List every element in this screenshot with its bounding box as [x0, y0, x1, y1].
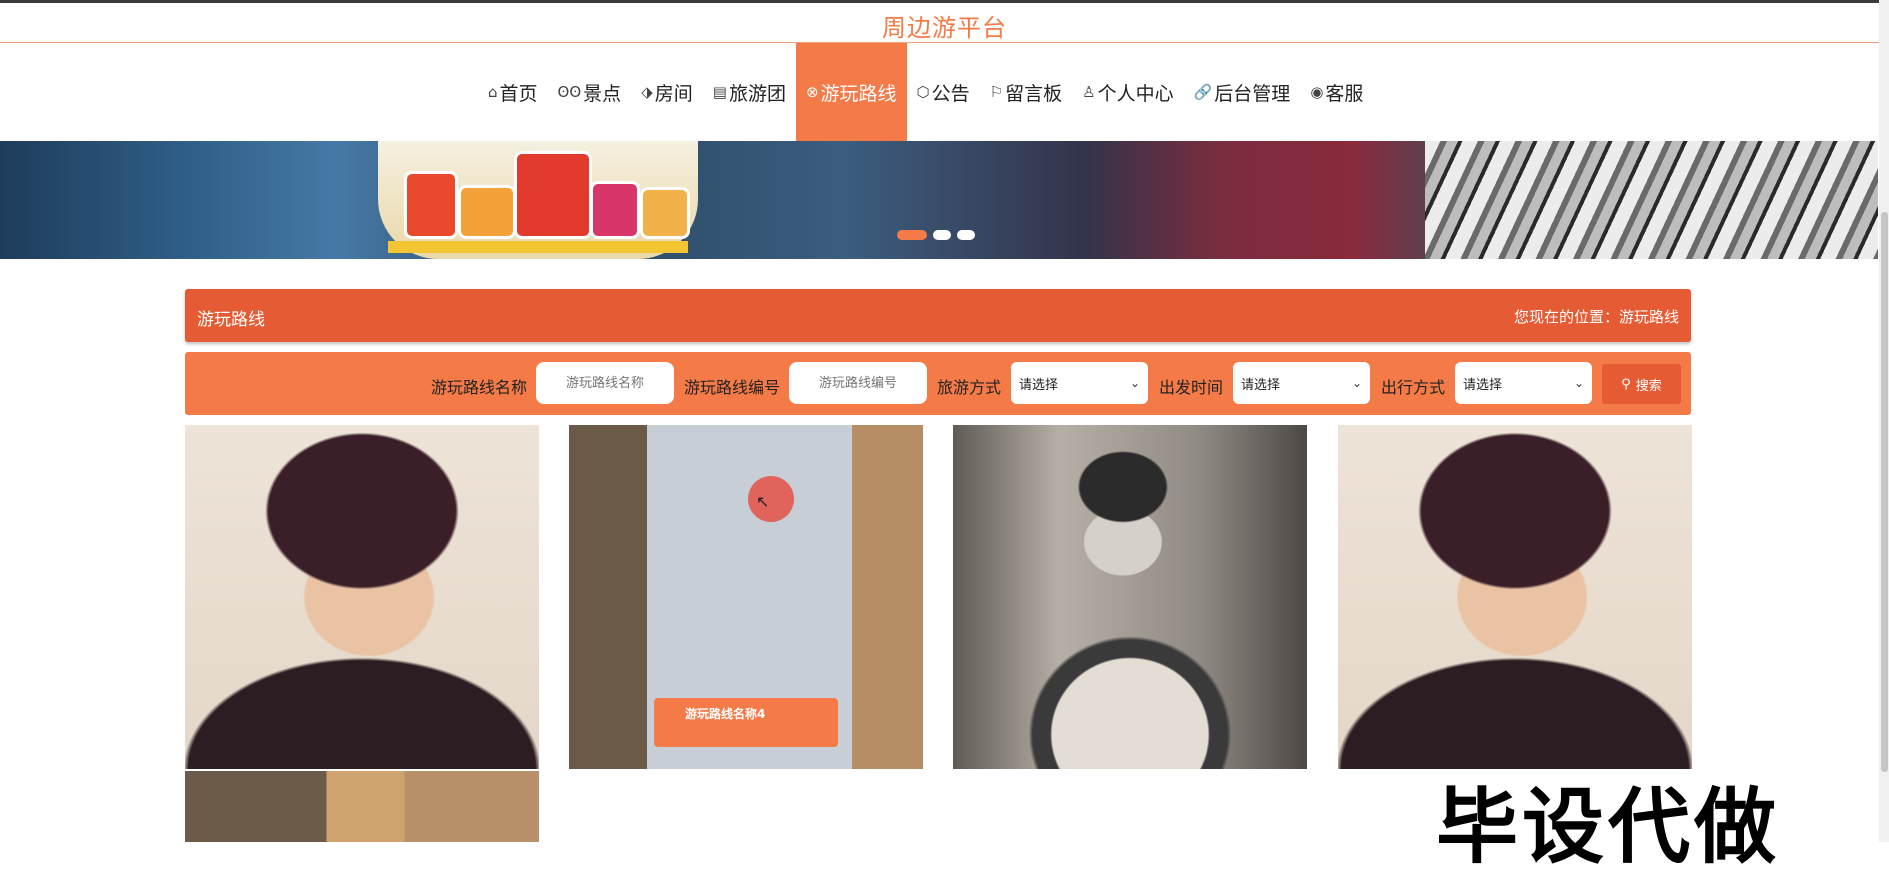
select-value: 请选择 — [1019, 377, 1059, 393]
flag-icon: ⚐ — [989, 83, 1004, 101]
nav-item-announcements[interactable]: ⬡ 公告 — [907, 43, 980, 141]
nav-item-label: 后台管理 — [1214, 82, 1291, 105]
click-indicator — [748, 476, 794, 522]
link-icon: 🔗 — [1193, 83, 1213, 101]
window-top-border — [0, 0, 1889, 3]
carousel-indicators — [897, 230, 975, 240]
site-title: 周边游平台 — [882, 14, 1007, 42]
route-card[interactable] — [185, 425, 539, 769]
scrollbar-thumb[interactable] — [1881, 212, 1888, 772]
route-card-title[interactable]: 游玩路线名称4 — [654, 698, 838, 747]
page-title: 游玩路线 — [197, 310, 265, 330]
travel-mode-label: 旅游方式 — [937, 378, 1002, 397]
route-card[interactable] — [953, 425, 1307, 769]
carousel-dot[interactable] — [897, 230, 927, 240]
route-name-label: 游玩路线名称 — [431, 378, 528, 397]
search-button-label: 搜索 — [1635, 378, 1662, 394]
chat-icon: ◉ — [1310, 83, 1324, 101]
route-card[interactable] — [1338, 425, 1692, 769]
nav-item-label: 客服 — [1325, 82, 1364, 105]
route-card[interactable] — [185, 771, 539, 842]
banner-jars-image — [378, 141, 698, 259]
chevron-down-icon: ⌄ — [1351, 376, 1362, 390]
route-code-input[interactable] — [789, 362, 927, 404]
carousel-dot[interactable] — [957, 230, 975, 240]
search-form: 游玩路线名称 游玩路线编号 旅游方式 请选择 ⌄ 出发时间 请选择 ⌄ 出行方式… — [185, 352, 1691, 415]
search-button[interactable]: ⚲ 搜索 — [1602, 364, 1681, 404]
nav-item-tour-groups[interactable]: ▤ 旅游团 — [703, 43, 796, 141]
nav-item-label: 个人中心 — [1097, 82, 1174, 105]
home-icon: ⌂ — [488, 83, 498, 101]
carousel-dot[interactable] — [933, 230, 951, 240]
select-value: 请选择 — [1463, 377, 1503, 393]
nav-item-label: 首页 — [499, 82, 538, 105]
departure-time-label: 出发时间 — [1159, 378, 1224, 397]
chevron-down-icon: ⌄ — [1129, 376, 1140, 390]
route-name-input[interactable] — [536, 362, 674, 404]
nav-item-label: 房间 — [654, 82, 693, 105]
select-value: 请选择 — [1241, 377, 1281, 393]
cube-icon: ⬡ — [916, 83, 930, 101]
user-icon: ♙ — [1082, 83, 1096, 101]
route-code-label: 游玩路线编号 — [684, 378, 781, 397]
main-nav: ⌂ 首页 ʘʘ 景点 ⬗ 房间 ▤ 旅游团 ⊗ 游玩路线 ⬡ 公告 ⚐ 留言板 … — [478, 43, 1373, 141]
route-icon: ⊗ — [805, 83, 819, 101]
binoculars-icon: ʘʘ — [557, 83, 582, 101]
departure-time-select[interactable]: 请选择 ⌄ — [1233, 362, 1370, 404]
transport-select[interactable]: 请选择 ⌄ — [1455, 362, 1592, 404]
nav-item-rooms[interactable]: ⬗ 房间 — [631, 43, 703, 141]
nav-item-label: 留言板 — [1005, 82, 1063, 105]
nav-item-label: 公告 — [931, 82, 970, 105]
nav-item-home[interactable]: ⌂ 首页 — [478, 43, 548, 141]
nav-item-admin[interactable]: 🔗 后台管理 — [1184, 43, 1301, 141]
nav-item-routes[interactable]: ⊗ 游玩路线 — [795, 43, 907, 141]
travel-mode-select[interactable]: 请选择 ⌄ — [1011, 362, 1148, 404]
nav-item-label: 游玩路线 — [820, 82, 897, 105]
tag-icon: ⬗ — [641, 83, 653, 101]
mouse-cursor-icon: ↖ — [756, 492, 770, 511]
breadcrumb-bar: 游玩路线 您现在的位置：游玩路线 — [185, 289, 1691, 342]
nav-item-attractions[interactable]: ʘʘ 景点 — [548, 43, 632, 141]
watermark-text: 毕设代做 — [1436, 780, 1781, 875]
route-card[interactable]: 游玩路线名称4 — [569, 425, 923, 769]
nav-item-label: 旅游团 — [728, 82, 786, 105]
search-icon: ⚲ — [1621, 376, 1631, 392]
nav-item-label: 景点 — [583, 82, 622, 105]
calendar-icon: ▤ — [712, 83, 727, 101]
chevron-down-icon: ⌄ — [1573, 376, 1584, 390]
breadcrumb: 您现在的位置：游玩路线 — [1513, 308, 1679, 326]
nav-item-profile[interactable]: ♙ 个人中心 — [1072, 43, 1183, 141]
banner-carousel[interactable] — [0, 141, 1878, 259]
transport-label: 出行方式 — [1381, 378, 1446, 397]
banner-bw-image — [1425, 141, 1878, 259]
nav-item-message-board[interactable]: ⚐ 留言板 — [980, 43, 1072, 141]
nav-item-support[interactable]: ◉ 客服 — [1300, 43, 1373, 141]
